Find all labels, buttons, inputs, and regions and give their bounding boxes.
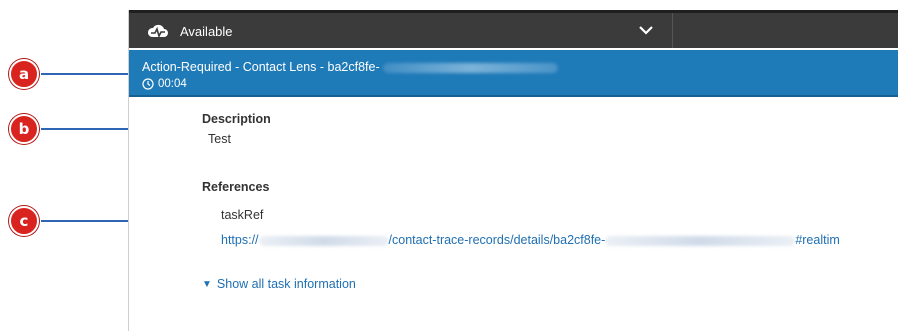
status-dropdown[interactable]: Available bbox=[129, 13, 673, 48]
callout-marker-c: c bbox=[9, 206, 39, 236]
clock-icon bbox=[142, 78, 154, 90]
chevron-down-icon[interactable] bbox=[639, 25, 653, 35]
redacted-contact-id bbox=[605, 235, 796, 246]
redacted-domain bbox=[258, 235, 389, 246]
callout-line-a bbox=[41, 73, 128, 75]
contact-panel: Available Action-Required - Contact Lens… bbox=[128, 10, 898, 331]
contact-title: Action-Required - Contact Lens - ba2cf8f… bbox=[142, 60, 558, 74]
show-all-task-info-link[interactable]: ▼ Show all task information bbox=[202, 277, 356, 291]
callout-line-c bbox=[41, 220, 128, 222]
reference-link[interactable]: https:///contact-trace-records/details/b… bbox=[221, 233, 840, 247]
redacted-contact-id bbox=[382, 62, 558, 73]
show-all-label: Show all task information bbox=[216, 277, 356, 291]
description-value: Test bbox=[208, 132, 231, 146]
contact-header[interactable]: Action-Required - Contact Lens - ba2cf8f… bbox=[129, 50, 898, 97]
callout-line-b bbox=[41, 128, 128, 130]
contact-title-text: Action-Required - Contact Lens - ba2cf8f… bbox=[142, 60, 380, 74]
timer-value: 00:04 bbox=[158, 78, 187, 90]
agent-status-bar: Available bbox=[129, 10, 898, 48]
cloud-pulse-icon bbox=[147, 24, 168, 39]
references-label: References bbox=[202, 180, 270, 194]
contact-timer: 00:04 bbox=[142, 78, 187, 90]
callout-marker-a: a bbox=[9, 59, 39, 89]
description-label: Description bbox=[202, 112, 271, 126]
reference-key: taskRef bbox=[221, 208, 264, 222]
triangle-down-icon: ▼ bbox=[202, 278, 212, 290]
callout-marker-b: b bbox=[9, 114, 39, 144]
status-label: Available bbox=[180, 24, 233, 39]
